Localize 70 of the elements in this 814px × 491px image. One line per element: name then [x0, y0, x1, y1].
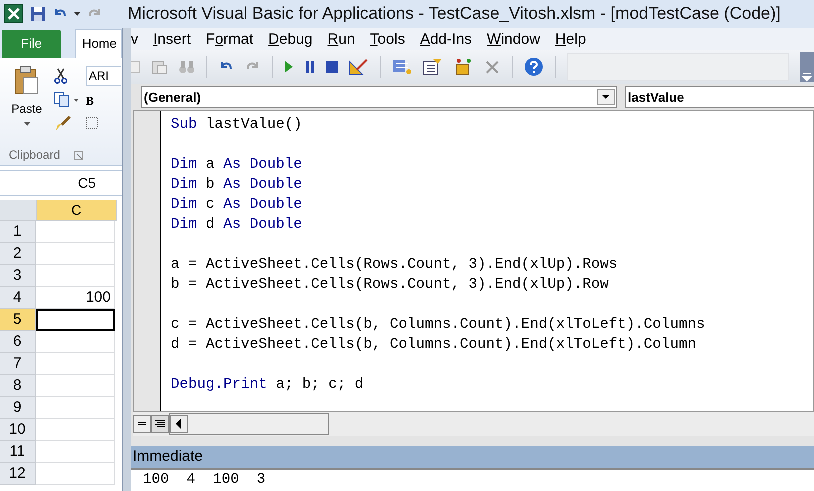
- menu-item[interactable]: Window: [487, 30, 540, 48]
- properties-icon[interactable]: [423, 58, 443, 76]
- menu-item[interactable]: Insert: [154, 30, 192, 48]
- immediate-output: 100 4 100 3: [143, 472, 266, 488]
- dropdown-icon[interactable]: [24, 122, 30, 126]
- row-header[interactable]: 10: [0, 419, 36, 441]
- object-dropdown[interactable]: (General): [141, 86, 617, 108]
- row-header[interactable]: 8: [0, 375, 36, 397]
- toolbar-options-icon[interactable]: [800, 52, 814, 82]
- row-header[interactable]: 2: [0, 243, 36, 265]
- help-icon[interactable]: [524, 57, 544, 77]
- menu-item[interactable]: Tools: [370, 30, 406, 48]
- paste-label[interactable]: Paste: [12, 102, 42, 116]
- paste-icon[interactable]: [14, 66, 40, 96]
- menu-item[interactable]: Help: [555, 30, 586, 48]
- copy-icon[interactable]: [54, 92, 80, 108]
- row-header[interactable]: 12: [0, 463, 36, 485]
- code-line: a = ActiveSheet.Cells(Rows.Count, 3).End(xlUp).Rows: [171, 256, 619, 275]
- border-icon[interactable]: [86, 117, 98, 129]
- code-line: c = ActiveSheet.Cells(b, Columns.Count).End(xlToLeft).Columns: [171, 316, 706, 335]
- row-header[interactable]: 11: [0, 441, 36, 463]
- module-view-icon[interactable]: [151, 415, 169, 433]
- row-header[interactable]: 3: [0, 265, 36, 287]
- row-header[interactable]: 6: [0, 331, 36, 353]
- group-label: Clipboard: [9, 148, 60, 162]
- save-icon[interactable]: [30, 6, 46, 22]
- row-header[interactable]: 9: [0, 397, 36, 419]
- horizontal-scrollbar[interactable]: [169, 413, 329, 435]
- project-explorer-icon[interactable]: [392, 58, 412, 76]
- menu-item[interactable]: Format: [206, 30, 254, 48]
- column-header[interactable]: C: [37, 200, 117, 221]
- code-line: Dim c As Double: [171, 196, 304, 215]
- window-title: Microsoft Visual Basic for Applications - TestCase_Vitosh.xlsm - [modTestCase (Code)]: [127, 4, 781, 24]
- code-line: b = ActiveSheet.Cells(Rows.Count, 3).End(xlUp).Row: [171, 276, 610, 295]
- row-header[interactable]: 5: [0, 309, 36, 331]
- pause-icon[interactable]: [305, 61, 315, 73]
- table-cell[interactable]: 100: [36, 287, 115, 309]
- menu-item[interactable]: Run: [328, 30, 356, 48]
- procedure-view-icon[interactable]: [133, 415, 151, 433]
- brush-icon[interactable]: [54, 116, 72, 132]
- menu-item[interactable]: Add-Ins: [420, 30, 472, 48]
- pane-title: Immediate: [131, 446, 814, 468]
- file-tab[interactable]: File: [2, 30, 62, 58]
- ribbon-tab[interactable]: Home: [75, 29, 122, 58]
- procedure-dropdown[interactable]: lastValue: [625, 86, 814, 108]
- code-line: Debug.Print a; b; c; d: [171, 376, 365, 395]
- menu-item[interactable]: Debug: [268, 30, 313, 48]
- row-header[interactable]: 1: [0, 221, 36, 243]
- menu-item[interactable]: v: [131, 30, 138, 48]
- binoculars-icon[interactable]: [179, 59, 195, 75]
- scissors-icon[interactable]: [54, 68, 68, 84]
- row-header[interactable]: 4: [0, 287, 36, 309]
- code-line: Dim b As Double: [171, 176, 304, 195]
- table-cell[interactable]: [36, 309, 115, 331]
- dropdown-icon[interactable]: [74, 12, 81, 16]
- row-header[interactable]: 7: [0, 353, 36, 375]
- excel-icon[interactable]: [4, 4, 24, 24]
- scroll-left-icon[interactable]: [170, 415, 188, 433]
- dropdown-icon[interactable]: [597, 89, 615, 105]
- object-browser-icon[interactable]: [454, 58, 474, 76]
- run-icon[interactable]: [284, 61, 294, 73]
- code-line: Sub lastValue(): [171, 116, 304, 135]
- launcher-icon[interactable]: [74, 150, 84, 160]
- name-box[interactable]: C5: [0, 170, 122, 196]
- design-icon[interactable]: [349, 58, 369, 76]
- code-line: Dim d As Double: [171, 216, 304, 235]
- bold-button[interactable]: B: [86, 94, 94, 109]
- font-name-field[interactable]: ARI: [86, 66, 121, 86]
- code-line: d = ActiveSheet.Cells(b, Columns.Count).End(xlToLeft).Column: [171, 336, 698, 355]
- code-line: Dim a As Double: [171, 156, 304, 175]
